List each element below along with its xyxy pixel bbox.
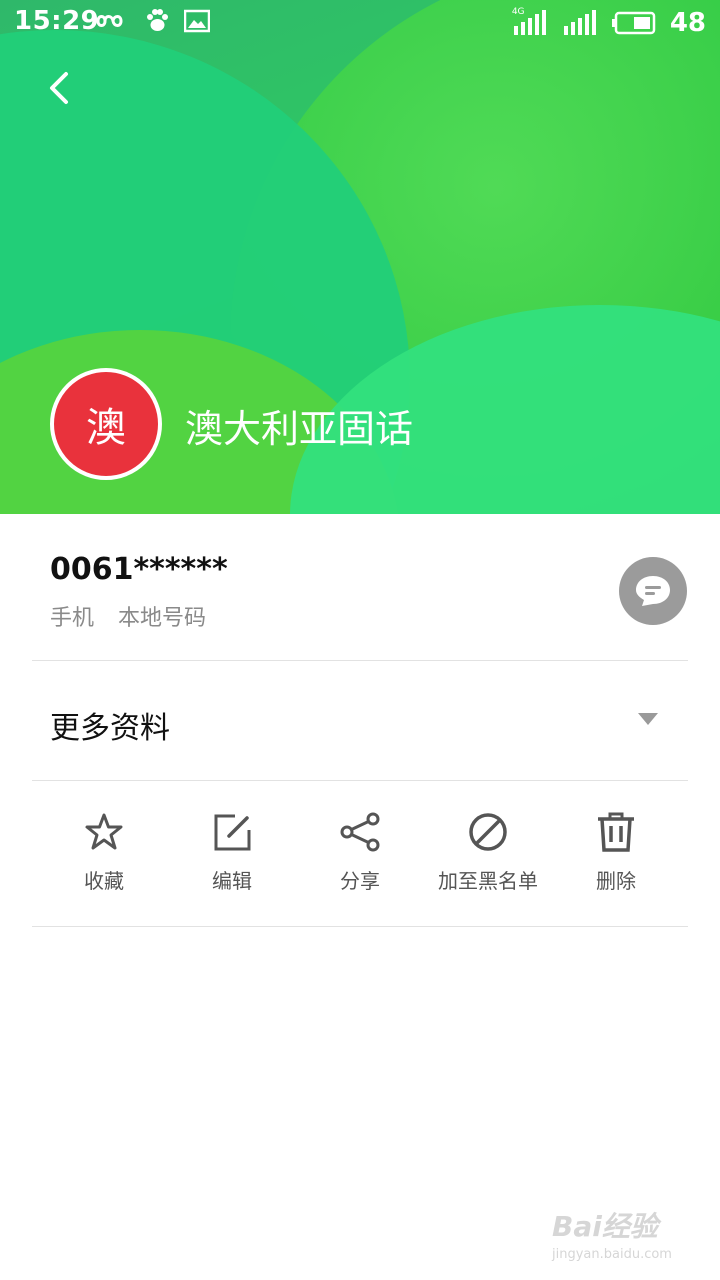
favorite-label: 收藏 [84, 869, 124, 893]
phone-location: 本地号码 [118, 606, 207, 631]
status-bar: 15:29 4G 48 [0, 0, 720, 44]
contact-name: 澳大利亚固话 [185, 407, 414, 451]
delete-button[interactable]: 删除 [552, 811, 680, 894]
phone-type: 手机 [50, 606, 95, 631]
message-button[interactable] [619, 557, 687, 625]
back-button[interactable] [38, 66, 82, 110]
contact-header: 15:29 4G 48 澳 澳大利亚固话 [0, 0, 720, 514]
delete-label: 删除 [596, 869, 636, 893]
phone-number-row[interactable]: 0061****** 手机 本地号码 [32, 514, 688, 661]
chevron-left-icon [50, 72, 68, 104]
share-button[interactable]: 分享 [296, 811, 424, 894]
infinity-icon [96, 15, 123, 27]
watermark-url: jingyan.baidu.com [552, 1247, 672, 1262]
chevron-down-icon [638, 713, 658, 725]
paw-icon [147, 9, 168, 31]
blacklist-button[interactable]: 加至黑名单 [424, 811, 552, 894]
signal-icon [563, 10, 596, 35]
blacklist-label: 加至黑名单 [438, 869, 538, 893]
image-icon [184, 9, 210, 33]
favorite-button[interactable]: 收藏 [40, 811, 168, 894]
edit-button[interactable]: 编辑 [168, 811, 296, 894]
battery-icon [611, 11, 656, 35]
share-icon [340, 812, 380, 852]
action-bar: 收藏 编辑 分享 加至黑名单 删除 [32, 781, 688, 927]
edit-icon [214, 814, 251, 851]
trash-icon [598, 812, 634, 852]
phone-number: 0061****** [50, 552, 228, 587]
avatar-initial: 澳 [86, 405, 126, 451]
battery-level: 48 [669, 8, 706, 38]
more-info-label: 更多资料 [50, 711, 170, 746]
baidu-watermark: Bai经验 jingyan.baidu.com [552, 1205, 692, 1267]
share-label: 分享 [340, 869, 380, 893]
watermark-brand: Bai经验 [552, 1210, 658, 1243]
edit-label: 编辑 [212, 869, 252, 893]
status-time: 15:29 [14, 6, 100, 36]
avatar: 澳 [50, 368, 162, 480]
block-icon [469, 813, 507, 851]
more-info-row[interactable]: 更多资料 [32, 661, 688, 781]
signal-4g-icon: 4G [512, 7, 548, 36]
message-icon [636, 576, 670, 606]
star-icon [85, 813, 123, 850]
